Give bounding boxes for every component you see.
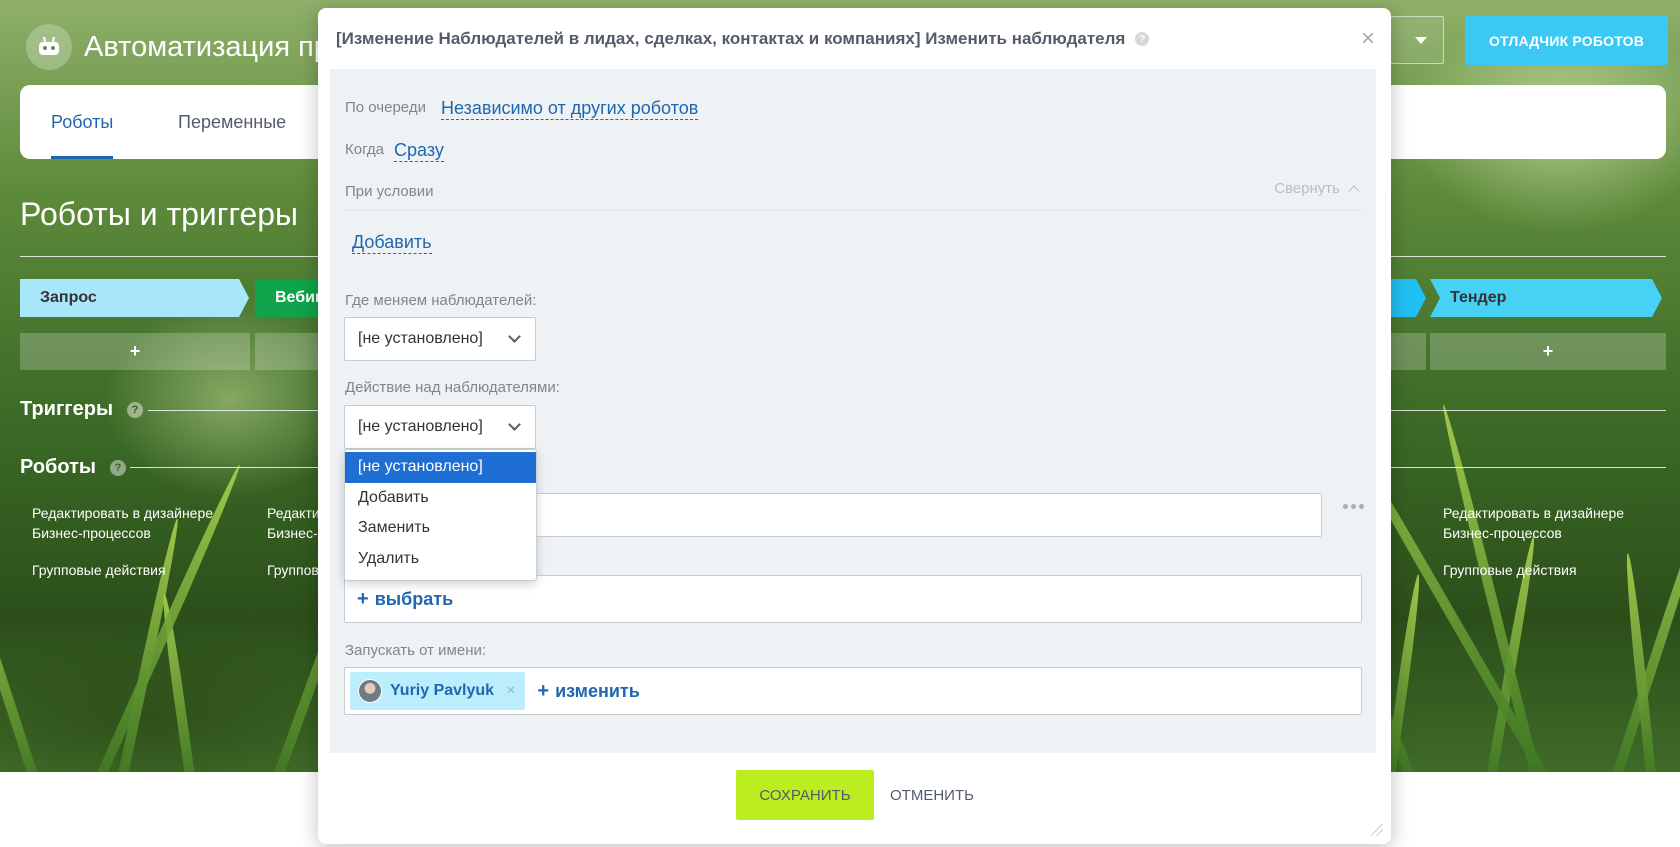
user-name: Yuriy Pavlyuk (390, 682, 495, 699)
edit-in-designer-link[interactable]: Редактировать в дизайнере Бизнес-процесс… (32, 503, 213, 543)
page-header: Автоматизация пр (26, 24, 330, 70)
robot-debugger-button[interactable]: ОТЛАДЧИК РОБОТОВ (1465, 16, 1668, 65)
action-option-not-set[interactable]: [не установлено] (345, 452, 536, 483)
queue-label: По очереди (345, 99, 426, 116)
when-value-link[interactable]: Сразу (394, 139, 444, 162)
select-button[interactable]: + выбрать (357, 588, 453, 611)
edit-link-line: Редактировать в дизайнере (32, 505, 214, 521)
condition-label: При условии (345, 183, 434, 200)
section-divider (1391, 256, 1666, 257)
robots-divider (1391, 467, 1666, 468)
group-actions-link[interactable]: Групповые действия (32, 560, 166, 580)
add-robot-slot[interactable]: + (20, 333, 250, 370)
where-select-value: [не установлено] (358, 330, 483, 347)
page-title: Автоматизация пр (84, 30, 330, 63)
action-select[interactable]: [не установлено] (344, 405, 536, 449)
remove-user-icon[interactable]: × (506, 682, 515, 700)
dialog-title: [Изменение Наблюдателей в лидах, сделках… (336, 29, 1150, 49)
action-select-value: [не установлено] (358, 418, 483, 435)
robots-divider (130, 467, 318, 468)
select-label: выбрать (374, 588, 454, 609)
tab-variables[interactable]: Переменные (178, 85, 286, 159)
where-label: Где меняем наблюдателей: (345, 292, 537, 309)
help-icon[interactable]: ? (127, 401, 144, 418)
more-options-icon[interactable] (1343, 504, 1367, 509)
robots-heading-label: Роботы (20, 456, 97, 478)
action-option-delete[interactable]: Удалить (345, 544, 536, 575)
select-box: + выбрать (344, 575, 1362, 623)
edit-in-designer-link[interactable]: Редакти Бизнес- (267, 503, 320, 543)
grass-blade (0, 563, 50, 772)
where-select[interactable]: [не установлено] (344, 317, 536, 361)
run-as-box: Yuriy Pavlyuk × + изменить (344, 667, 1362, 715)
add-condition-link[interactable]: Добавить (352, 231, 432, 254)
section-divider (20, 256, 320, 257)
plus-icon: + (357, 587, 369, 610)
change-label: изменить (555, 680, 640, 701)
tab-robots[interactable]: Роботы (51, 85, 114, 159)
caret-down-icon (1415, 36, 1427, 44)
dialog-title-text: [Изменение Наблюдателей в лидах, сделках… (336, 29, 1126, 48)
edit-link-line: Редактировать в дизайнере (1443, 505, 1625, 521)
resize-handle[interactable] (1371, 824, 1383, 836)
group-actions-link[interactable]: Групповые действия (1443, 560, 1577, 580)
action-option-add[interactable]: Добавить (345, 483, 536, 514)
condition-divider (344, 210, 1362, 211)
user-chip[interactable]: Yuriy Pavlyuk × (350, 672, 526, 710)
avatar (358, 679, 382, 703)
section-title: Роботы и триггеры (20, 196, 299, 232)
chevron-down-icon (508, 330, 521, 343)
edit-link-line: Бизнес-процессов (1443, 525, 1562, 541)
robot-icon (26, 24, 72, 70)
queue-value-link[interactable]: Независимо от других роботов (441, 97, 699, 120)
add-robot-slot[interactable]: + (1430, 333, 1666, 370)
chevron-up-icon (1348, 184, 1360, 197)
add-robot-slot[interactable] (255, 333, 318, 370)
when-label: Когда (345, 141, 384, 158)
help-icon[interactable]: ? (1135, 32, 1150, 46)
action-options-list: [не установлено] Добавить Заменить Удали… (344, 449, 537, 581)
stage-webinar[interactable]: Вебин (255, 279, 325, 317)
close-icon[interactable]: × (1361, 27, 1375, 51)
edit-in-designer-link[interactable]: Редактировать в дизайнере Бизнес-процесс… (1443, 503, 1624, 543)
edit-link-line: Бизнес-процессов (32, 525, 151, 541)
stage-tender[interactable]: Тендер (1430, 279, 1662, 317)
save-button[interactable]: СОХРАНИТЬ (736, 770, 874, 820)
run-as-label: Запускать от имени: (345, 642, 487, 659)
grass-blade (1438, 403, 1550, 772)
triggers-heading: Триггеры ? (20, 398, 144, 421)
change-user-button[interactable]: + изменить (537, 680, 639, 703)
chevron-down-icon (508, 418, 521, 431)
dialog-body: По очереди Независимо от других роботов … (330, 69, 1376, 753)
action-option-replace[interactable]: Заменить (345, 513, 536, 544)
stage-request[interactable]: Запрос (20, 279, 249, 317)
triggers-heading-label: Триггеры (20, 398, 114, 420)
triggers-divider (148, 410, 318, 411)
triggers-divider (1391, 410, 1666, 411)
cancel-button[interactable]: ОТМЕНИТЬ (890, 770, 974, 820)
group-actions-link[interactable]: Группов (267, 560, 319, 580)
action-label: Действие над наблюдателями: (345, 379, 560, 396)
add-robot-slot[interactable] (1391, 333, 1426, 370)
edit-link-line: Бизнес- (267, 525, 318, 541)
collapse-toggle[interactable]: Свернуть (1274, 180, 1360, 197)
help-icon[interactable]: ? (110, 459, 127, 476)
edit-link-line: Редакти (267, 505, 320, 521)
collapse-label: Свернуть (1274, 180, 1340, 197)
robots-heading: Роботы ? (20, 456, 127, 479)
plus-icon: + (537, 679, 550, 702)
robot-settings-dialog: [Изменение Наблюдателей в лидах, сделках… (318, 8, 1391, 844)
